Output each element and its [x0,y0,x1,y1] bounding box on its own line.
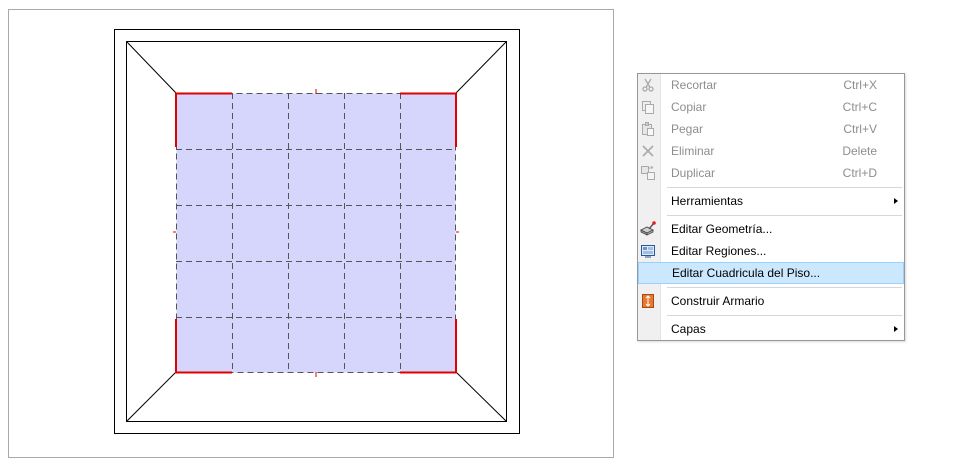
menu-item-label: Capas [671,322,706,336]
geometry-edit-icon [640,221,656,237]
menu-item-label: Duplicar [671,166,716,180]
menu-item-label: Eliminar [671,144,715,158]
menu-item-label: Copiar [671,100,707,114]
room-drawing [114,29,520,434]
menu-item-tools[interactable]: Herramientas [638,190,904,212]
menu-item-paste[interactable]: Pegar Ctrl+V [638,118,904,140]
submenu-arrow-icon [894,326,898,332]
menu-item-delete[interactable]: Eliminar Delete [638,140,904,162]
menu-item-label: Editar Cuadricula del Piso... [672,266,821,280]
menu-item-build-cabinet[interactable]: Construir Armario [638,290,904,312]
menu-item-layers[interactable]: Capas [638,318,904,340]
menu-item-shortcut: Delete [842,144,877,158]
menu-item-shortcut: Ctrl+C [842,100,877,114]
menu-item-label: Pegar [671,122,704,136]
duplicate-icon [640,165,656,181]
menu-item-shortcut: Ctrl+V [843,122,877,136]
menu-separator [667,215,902,216]
submenu-arrow-icon [894,198,898,204]
menu-separator [667,287,902,288]
menu-separator [667,315,902,316]
menu-item-shortcut: Ctrl+D [842,166,877,180]
regions-edit-icon [640,243,656,259]
menu-item-edit-regions[interactable]: Editar Regiones... [638,240,904,262]
menu-separator [667,187,902,188]
copy-icon [640,99,656,115]
menu-item-label: Construir Armario [671,294,765,308]
room-canvas[interactable] [8,9,614,458]
menu-item-edit-floor-grid[interactable]: Editar Cuadricula del Piso... [638,262,904,284]
menu-item-copy[interactable]: Copiar Ctrl+C [638,96,904,118]
menu-item-edit-geometry[interactable]: Editar Geometría... [638,218,904,240]
menu-item-label: Editar Regiones... [671,244,767,258]
paste-icon [640,121,656,137]
menu-item-label: Editar Geometría... [671,222,773,236]
scissors-icon [640,77,656,93]
menu-item-duplicate[interactable]: Duplicar Ctrl+D [638,162,904,184]
context-menu: Recortar Ctrl+X Copiar Ctrl+C Pegar Ctrl… [637,73,905,341]
delete-x-icon [640,143,656,159]
menu-item-cut[interactable]: Recortar Ctrl+X [638,74,904,96]
floor-region [176,93,456,373]
build-cabinet-icon [640,293,656,309]
menu-item-label: Herramientas [671,194,744,208]
menu-item-label: Recortar [671,78,718,92]
menu-item-shortcut: Ctrl+X [843,78,877,92]
